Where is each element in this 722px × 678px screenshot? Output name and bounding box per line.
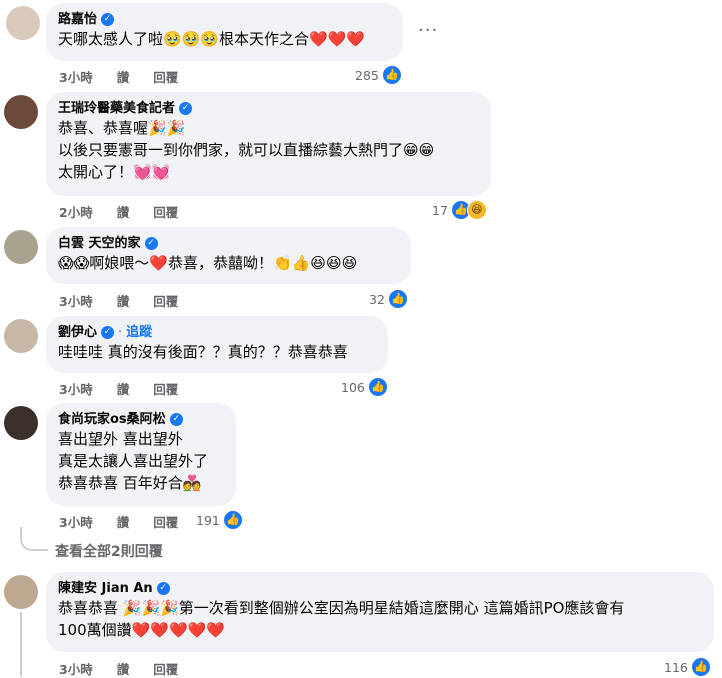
view-replies-link[interactable]: 查看全部2則回覆 xyxy=(55,541,163,561)
reaction-summary[interactable]: 285 👍 xyxy=(355,65,402,85)
reaction-count: 106 xyxy=(341,379,365,395)
reaction-summary[interactable]: 116 👍 xyxy=(664,657,711,677)
timestamp[interactable]: 3小時 xyxy=(59,512,93,531)
separator-dot: · xyxy=(118,325,123,340)
more-options-icon[interactable]: ··· xyxy=(418,20,438,41)
author-name[interactable]: 劉伊心 xyxy=(58,324,97,341)
timestamp[interactable]: 3小時 xyxy=(59,67,93,86)
comment-bubble: 食尚玩家os桑阿松 ✓ 喜出望外 喜出望外 真是太讓人喜出望外了 恭喜恭喜 百年… xyxy=(46,403,236,506)
author-name[interactable]: 食尚玩家os桑阿松 xyxy=(58,411,166,428)
verified-badge-icon: ✓ xyxy=(156,582,170,595)
reaction-count: 17 xyxy=(432,202,448,218)
comment-text: 恭喜恭喜 百年好合💑 xyxy=(58,474,202,492)
reply-button[interactable]: 回覆 xyxy=(153,512,178,531)
avatar[interactable] xyxy=(4,575,38,609)
like-button[interactable]: 讚 xyxy=(117,659,130,678)
avatar[interactable] xyxy=(4,95,38,129)
reaction-summary[interactable]: 106 👍 xyxy=(341,377,388,397)
verified-badge-icon: ✓ xyxy=(144,237,158,250)
thumbs-up-icon: 👍 xyxy=(381,65,402,85)
laughing-face-icon: 😆 xyxy=(466,200,487,220)
thread-connector-line xyxy=(20,527,48,551)
comment-bubble: 路嘉怡 ✓ 天哪太感人了啦🥹🥹🥹根本天作之合❤️❤️❤️ xyxy=(46,3,403,61)
reaction-summary[interactable]: 17 👍 😆 xyxy=(432,200,487,220)
comment-text: 天哪太感人了啦🥹🥹🥹根本天作之合❤️❤️❤️ xyxy=(58,30,366,48)
comment-actions: 2小時 讚 回覆 xyxy=(59,202,202,221)
avatar[interactable] xyxy=(4,406,38,440)
thumbs-up-icon: 👍 xyxy=(690,657,711,677)
reaction-count: 191 xyxy=(196,512,220,528)
reaction-summary[interactable]: 32 👍 xyxy=(369,289,408,309)
author-name[interactable]: 王瑞玲醫藥美食記者 xyxy=(58,100,175,117)
like-button[interactable]: 讚 xyxy=(117,379,130,398)
reaction-count: 32 xyxy=(369,291,385,307)
avatar[interactable] xyxy=(6,6,40,40)
thread-line xyxy=(20,612,22,677)
verified-badge-icon: ✓ xyxy=(179,102,193,115)
reaction-count: 285 xyxy=(355,67,379,83)
comment-text: 太開心了！💓💓 xyxy=(58,163,171,181)
comment-text: 恭喜、恭喜喔🎉🎉 xyxy=(58,119,186,137)
reply-button[interactable]: 回覆 xyxy=(153,202,178,221)
timestamp[interactable]: 2小時 xyxy=(59,202,93,221)
timestamp[interactable]: 3小時 xyxy=(59,291,93,310)
comment-bubble: 白雲 天空的家 ✓ 😱😱啊娘喂～❤️恭喜，恭囍呦！👏👍😆😆😆 xyxy=(46,227,411,284)
comment-bubble: 王瑞玲醫藥美食記者 ✓ 恭喜、恭喜喔🎉🎉 以後只要憲哥一到你們家，就可以直播綜藝… xyxy=(46,92,491,196)
comment-actions: 3小時 讚 回覆 xyxy=(59,67,202,86)
timestamp[interactable]: 3小時 xyxy=(59,379,93,398)
reaction-count: 116 xyxy=(664,659,688,675)
thumbs-up-icon: 👍 xyxy=(367,377,388,397)
reply-button[interactable]: 回覆 xyxy=(153,659,178,678)
comment-text: 恭喜恭喜 🎉🎉🎉第一次看到整個辦公室因為明星結婚這麼開心 這篇婚訊PO應該會有 xyxy=(58,599,625,617)
reply-button[interactable]: 回覆 xyxy=(153,379,178,398)
like-button[interactable]: 讚 xyxy=(117,512,130,531)
author-name[interactable]: 白雲 天空的家 xyxy=(58,235,141,252)
verified-badge-icon: ✓ xyxy=(101,13,115,26)
follow-button[interactable]: 追蹤 xyxy=(126,324,152,341)
like-button[interactable]: 讚 xyxy=(117,67,130,86)
comment-text: 哇哇哇 真的沒有後面？？真的？？恭喜恭喜 xyxy=(58,343,348,361)
comment-actions: 3小時 讚 回覆 xyxy=(59,291,202,310)
author-name[interactable]: 路嘉怡 xyxy=(58,11,97,28)
comment-text: 真是太讓人喜出望外了 xyxy=(58,452,209,470)
reply-button[interactable]: 回覆 xyxy=(153,291,178,310)
comment-bubble: 劉伊心 ✓ · 追蹤 哇哇哇 真的沒有後面？？真的？？恭喜恭喜 xyxy=(46,316,388,373)
like-button[interactable]: 讚 xyxy=(117,202,130,221)
thumbs-up-icon: 👍 xyxy=(222,510,243,530)
comment-text: 喜出望外 喜出望外 xyxy=(58,430,183,448)
avatar[interactable] xyxy=(4,230,38,264)
comment-actions: 3小時 讚 回覆 xyxy=(59,512,202,531)
reply-button[interactable]: 回覆 xyxy=(153,67,178,86)
comment-bubble: 陳建安 Jian An ✓ 恭喜恭喜 🎉🎉🎉第一次看到整個辦公室因為明星結婚這麼… xyxy=(46,572,714,652)
verified-badge-icon: ✓ xyxy=(169,413,183,426)
author-name[interactable]: 陳建安 Jian An xyxy=(58,580,153,597)
comment-text: 100萬個讚❤️❤️❤️❤️❤️ xyxy=(58,621,226,639)
comment-actions: 3小時 讚 回覆 xyxy=(59,379,202,398)
reaction-summary[interactable]: 191 👍 xyxy=(196,510,243,530)
comment-text: 以後只要憲哥一到你們家，就可以直播綜藝大熱門了😁😁 xyxy=(58,141,435,159)
timestamp[interactable]: 3小時 xyxy=(59,659,93,678)
verified-badge-icon: ✓ xyxy=(101,326,115,339)
comment-actions: 3小時 讚 回覆 xyxy=(59,659,202,678)
thumbs-up-icon: 👍 xyxy=(387,289,408,309)
avatar[interactable] xyxy=(4,319,38,353)
comment-text: 😱😱啊娘喂～❤️恭喜，恭囍呦！👏👍😆😆😆 xyxy=(58,254,358,272)
like-button[interactable]: 讚 xyxy=(117,291,130,310)
